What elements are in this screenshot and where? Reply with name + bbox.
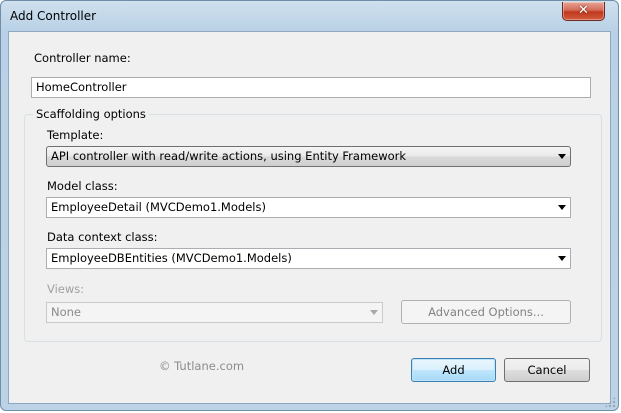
dialog-body: Controller name: HomeController Scaffold… <box>8 31 611 404</box>
title-bar[interactable]: Add Controller ✕ <box>1 1 618 31</box>
chevron-down-icon <box>370 310 378 315</box>
close-icon: ✕ <box>578 3 589 18</box>
views-combobox[interactable]: None <box>46 302 383 323</box>
controller-name-label: Controller name: <box>34 51 131 65</box>
data-context-combobox[interactable]: EmployeeDBEntities (MVCDemo1.Models) <box>46 248 571 269</box>
data-context-label: Data context class: <box>47 230 158 244</box>
chevron-down-icon <box>558 154 566 159</box>
views-label: Views: <box>47 282 85 296</box>
model-class-label: Model class: <box>47 179 118 193</box>
cancel-button[interactable]: Cancel <box>504 358 590 382</box>
add-button[interactable]: Add <box>411 358 496 382</box>
add-controller-dialog: Add Controller ✕ Controller name: HomeCo… <box>0 0 619 411</box>
template-dropdown[interactable]: API controller with read/write actions, … <box>46 146 571 167</box>
watermark-text: © Tutlane.com <box>159 359 245 373</box>
controller-name-input[interactable]: HomeController <box>31 77 591 98</box>
window-title: Add Controller <box>10 9 97 23</box>
advanced-options-button[interactable]: Advanced Options... <box>401 300 571 324</box>
model-class-value: EmployeeDetail (MVCDemo1.Models) <box>51 200 266 214</box>
data-context-value: EmployeeDBEntities (MVCDemo1.Models) <box>51 251 292 265</box>
template-label: Template: <box>47 128 104 142</box>
scaffolding-options-legend: Scaffolding options <box>33 107 149 121</box>
views-value: None <box>51 305 82 319</box>
close-button[interactable]: ✕ <box>562 2 605 21</box>
model-class-combobox[interactable]: EmployeeDetail (MVCDemo1.Models) <box>46 197 571 218</box>
chevron-down-icon <box>558 205 566 210</box>
template-value: API controller with read/write actions, … <box>51 149 407 163</box>
chevron-down-icon <box>558 256 566 261</box>
